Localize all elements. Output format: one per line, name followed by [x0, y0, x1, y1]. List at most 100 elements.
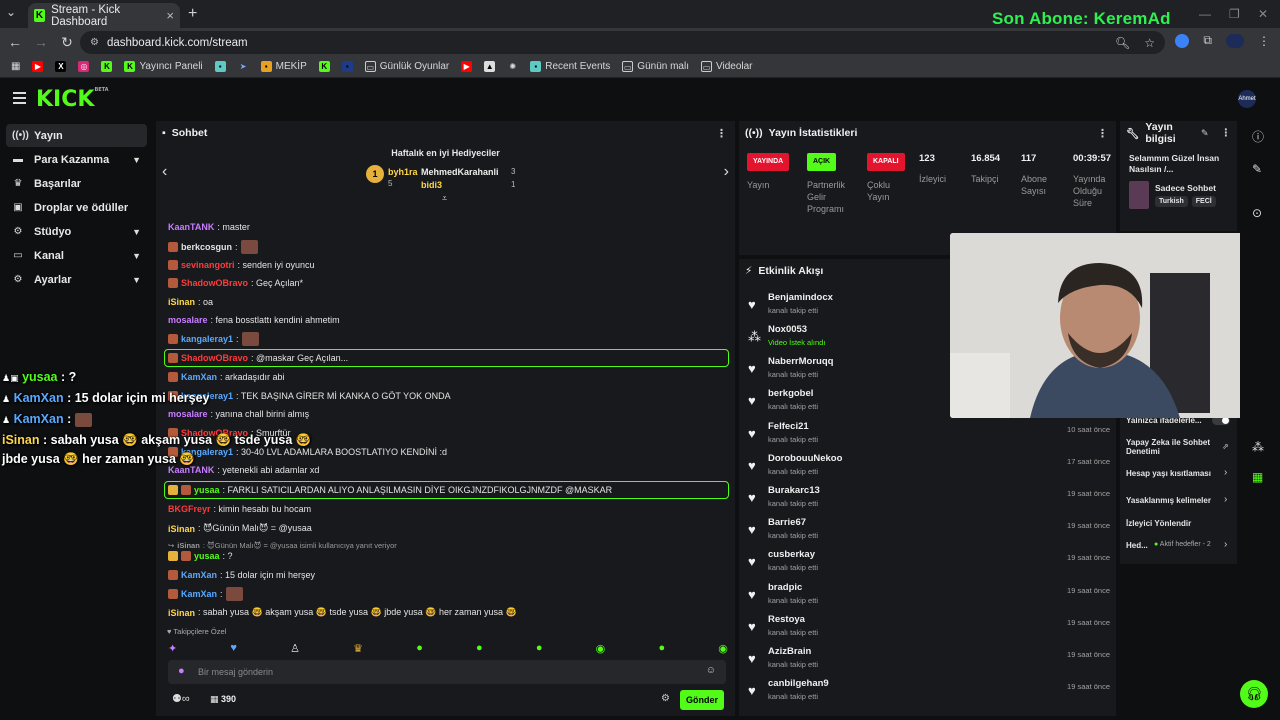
minimize-icon[interactable]: — — [1199, 7, 1211, 21]
sidebar-item-ayarlar[interactable]: ⚙ Ayarlar ▼ — [6, 268, 147, 291]
extensions-puzzle-icon[interactable]: ⧉ — [1203, 33, 1212, 48]
instagram-bookmark-icon[interactable]: ◎ — [75, 61, 92, 72]
chevron-right-icon[interactable]: › — [1224, 539, 1227, 550]
site-info-icon[interactable]: ⚙ — [90, 37, 99, 48]
event-item: ♥ Burakarc13 kanalı takip etti 19 saat önce — [748, 485, 1110, 508]
youtube-bookmark-2-icon[interactable]: ▶ — [458, 61, 475, 72]
apps-grid-icon[interactable]: ▦ — [8, 61, 23, 72]
close-tab-icon[interactable]: × — [166, 8, 174, 23]
omnibox[interactable]: ⚙ dashboard.kick.com/stream 🔍︎ ☆ — [80, 31, 1165, 54]
settings-icon: ⚙ — [13, 274, 23, 285]
gifter-1-name: byh1ra — [388, 167, 418, 177]
browser-tab-active[interactable]: K Stream - Kick Dashboard × — [28, 3, 180, 28]
external-link-icon[interactable]: ⇗ — [1222, 442, 1229, 451]
chevron-right-icon[interactable]: › — [1224, 494, 1227, 505]
openai-bookmark-icon[interactable]: ✺ — [504, 61, 521, 72]
store-icon: ▦ — [210, 694, 219, 704]
emote-icon[interactable]: ♙ — [290, 642, 300, 656]
emote-icon[interactable]: ● — [416, 642, 423, 656]
close-window-icon[interactable]: ✕ — [1258, 7, 1268, 21]
last-subscriber-overlay: Son Abone: KeremAd — [992, 9, 1171, 28]
sidebar-item-basarilar[interactable]: ♛ Başarılar — [6, 172, 147, 195]
emote-icon — [74, 412, 92, 427]
stream-tags: Turkish FECİ — [1155, 196, 1216, 207]
mod-banned-words[interactable]: Yasaklanmış kelimeler — [1126, 496, 1211, 505]
badge-icon: ♟▣ — [2, 373, 19, 383]
mod-goals[interactable]: Hed... — [1126, 541, 1148, 550]
mic-icon[interactable]: ● — [178, 665, 185, 677]
blue-bookmark-icon[interactable]: ▪ — [339, 61, 356, 72]
stream-info-panel: 🔧︎ Yayın bilgisi ✎ ⋮ Selammm Güzel İnsan… — [1120, 121, 1237, 231]
overlay-chat-line: jbde yusa 🤓 her zaman yusa 🤓 — [2, 452, 195, 466]
image-bookmark-icon[interactable]: ▲ — [481, 61, 498, 72]
chevron-right-icon[interactable]: › — [1224, 467, 1227, 478]
info-menu-icon[interactable]: ⋮ — [1221, 127, 1232, 139]
discord-bookmark-icon[interactable]: ▪ — [212, 61, 229, 72]
kick-logo[interactable]: KICKBETA — [36, 87, 109, 112]
arrow-bookmark-icon[interactable]: ➤ — [235, 61, 252, 72]
crosshair-icon[interactable]: ⊙ — [1252, 206, 1262, 220]
back-icon[interactable]: ← — [2, 34, 28, 50]
browser-menu-icon[interactable]: ⋮ — [1258, 34, 1270, 48]
chat-message: kangaleray1: — [168, 332, 259, 346]
maximize-icon[interactable]: ❐ — [1229, 7, 1240, 21]
prev-chevron-icon[interactable]: ‹ — [162, 163, 167, 181]
stream-info-header: 🔧︎ Yayın bilgisi ✎ ⋮ — [1126, 121, 1232, 145]
bookmark-star-icon[interactable]: ☆ — [1144, 36, 1155, 50]
heart-icon: ♥ — [748, 619, 756, 634]
pencil-icon[interactable]: ✎ — [1252, 162, 1262, 176]
chat-message: yusaa: ? — [168, 551, 233, 561]
mod-account-age[interactable]: Hesap yaşı kısıtlaması — [1126, 469, 1211, 478]
message-input[interactable]: ● Bir mesaj gönderin ☺ — [168, 660, 726, 684]
new-tab-icon[interactable]: + — [188, 5, 197, 23]
hamburger-menu-icon[interactable] — [13, 92, 26, 107]
edit-pencil-icon[interactable]: ✎ — [1201, 128, 1209, 139]
sidebar-item-studyo[interactable]: ⚙ Stüdyo ▼ — [6, 220, 147, 243]
share-icon[interactable]: ⁂ — [1252, 440, 1264, 454]
tab-list-chevron-icon[interactable]: ⌄ — [6, 5, 16, 19]
sidebar-item-yayin[interactable]: ((•)) Yayın — [6, 124, 147, 147]
emote-icon[interactable]: ● — [536, 642, 543, 656]
bookmark-gunun-mali[interactable]: ▭ Günün malı — [619, 61, 692, 72]
trophy-icon: ♛ — [13, 178, 23, 189]
bookmark-videolar[interactable]: ▭ Videolar — [698, 61, 756, 72]
chat-settings-icon[interactable]: ⚙ — [661, 693, 670, 704]
kick-bookmark-icon[interactable]: K — [98, 61, 115, 72]
emote-icon[interactable]: ◉ — [718, 642, 728, 656]
reload-icon[interactable]: ↻ — [54, 34, 80, 51]
info-icon[interactable]: ⓘ — [1252, 128, 1264, 145]
bookmark-recent-events[interactable]: ▪ Recent Events — [527, 61, 613, 72]
emoji-picker-icon[interactable]: ☺ — [706, 665, 716, 676]
chat-menu-icon[interactable]: ⋮ — [716, 127, 727, 140]
user-avatar[interactable]: Ahmet — [1238, 90, 1256, 108]
x-bookmark-icon[interactable]: X — [52, 61, 69, 72]
event-item: ♥ Felfeci21 kanalı takip etti 10 saat önce — [748, 421, 1110, 444]
kick-bookmark-2-icon[interactable]: K — [316, 61, 333, 72]
sidebar-item-kanal[interactable]: ▭ Kanal ▼ — [6, 244, 147, 267]
emote-icon[interactable]: ● — [476, 642, 483, 656]
url-text[interactable]: dashboard.kick.com/stream — [107, 37, 248, 49]
support-chat-button[interactable]: 🎧︎ — [1240, 680, 1268, 708]
emote-icon[interactable]: ✦ — [168, 642, 177, 656]
mod-raid[interactable]: İzleyici Yönlendir — [1126, 519, 1191, 528]
next-chevron-icon[interactable]: › — [724, 163, 729, 181]
zoom-search-icon[interactable]: 🔍︎ — [1115, 36, 1130, 50]
mod-ai-moderation[interactable]: Yapay Zeka ile Sohbet Denetimi — [1126, 438, 1218, 456]
calendar-icon[interactable]: ▦ — [1252, 470, 1263, 484]
forward-icon[interactable]: → — [28, 34, 54, 50]
stat-live: YAYINDA Yayın — [747, 153, 797, 191]
stats-menu-icon[interactable]: ⋮ — [1097, 127, 1108, 140]
emote-icon[interactable]: ♛ — [353, 642, 363, 656]
bookmark-yayinci-paneli[interactable]: K Yayıncı Paneli — [121, 61, 205, 72]
bookmark-mekip[interactable]: ▪ MEKİP — [258, 61, 310, 72]
sidebar-item-droplar[interactable]: ▣ Droplar ve ödüller — [6, 196, 147, 219]
profile-avatar-icon[interactable] — [1226, 33, 1244, 48]
emote-icon[interactable]: ● — [658, 642, 665, 656]
extension-icon[interactable] — [1175, 33, 1190, 48]
sidebar-item-para-kazanma[interactable]: ▬ Para Kazanma ▼ — [6, 148, 147, 171]
bookmark-gunluk-oyunlar[interactable]: ▭ Günlük Oyunlar — [362, 61, 452, 72]
youtube-bookmark-icon[interactable]: ▶ — [29, 61, 46, 72]
send-button[interactable]: Gönder — [680, 690, 724, 710]
heart-emote-icon[interactable]: ♥ — [230, 642, 237, 656]
emote-icon[interactable]: ◉ — [596, 642, 606, 656]
